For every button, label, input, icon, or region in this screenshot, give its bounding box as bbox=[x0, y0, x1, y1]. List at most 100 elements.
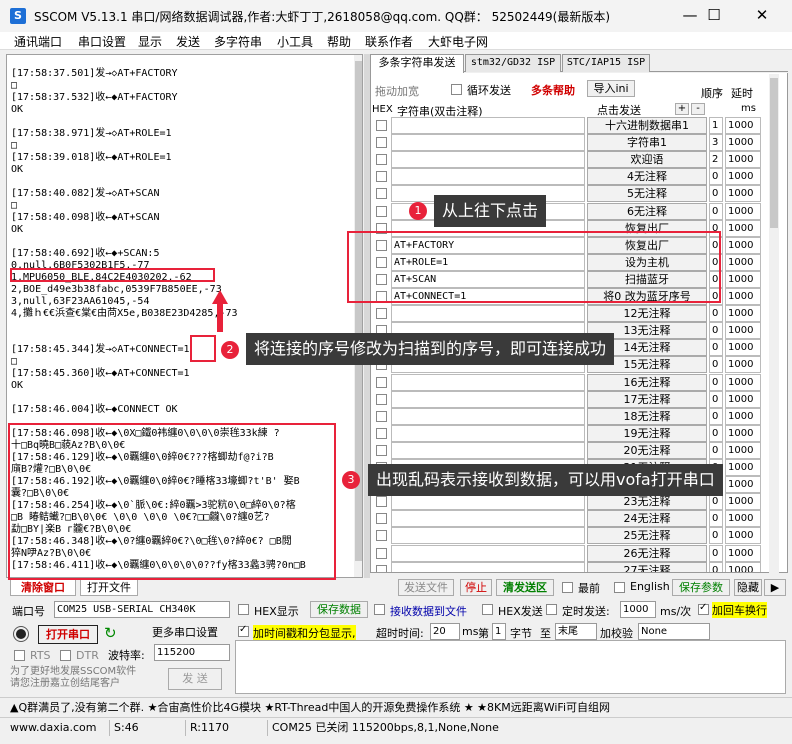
row-string-input[interactable] bbox=[391, 561, 585, 572]
maximize-button[interactable]: ☐ bbox=[692, 0, 736, 32]
menu-display[interactable]: 显示 bbox=[138, 33, 162, 50]
row-send-button[interactable]: 字符串1 bbox=[587, 134, 707, 152]
nth-byte-input[interactable]: 1 bbox=[492, 623, 506, 640]
row-order-input[interactable]: 0 bbox=[709, 202, 723, 220]
row-string-input[interactable] bbox=[391, 407, 585, 425]
row-delay-input[interactable]: 1000 bbox=[725, 151, 761, 169]
row-delay-input[interactable]: 1000 bbox=[725, 493, 761, 511]
close-button[interactable]: ✕ bbox=[740, 0, 784, 32]
menu-serial-settings[interactable]: 串口设置 bbox=[78, 33, 126, 50]
row-hex-checkbox[interactable] bbox=[376, 205, 387, 217]
row-delay-input[interactable]: 1000 bbox=[725, 424, 761, 442]
row-order-input[interactable]: 0 bbox=[709, 168, 723, 186]
row-delay-input[interactable]: 1000 bbox=[725, 134, 761, 152]
row-send-button[interactable]: 12无注释 bbox=[587, 305, 707, 323]
row-delay-input[interactable]: 1000 bbox=[725, 373, 761, 391]
row-delay-input[interactable]: 1000 bbox=[725, 527, 761, 545]
row-delay-input[interactable]: 1000 bbox=[725, 202, 761, 220]
receive-scrollbar[interactable] bbox=[354, 55, 362, 577]
row-hex-checkbox[interactable] bbox=[376, 171, 387, 183]
row-order-input[interactable]: 2 bbox=[709, 151, 723, 169]
save-params-button[interactable]: 保存参数 bbox=[672, 579, 730, 596]
row-string-input[interactable] bbox=[391, 373, 585, 391]
save-data-button[interactable]: 保存数据 bbox=[310, 601, 368, 618]
loop-send-checkbox[interactable] bbox=[451, 84, 462, 95]
row-hex-checkbox[interactable] bbox=[376, 137, 387, 149]
row-order-input[interactable]: 0 bbox=[709, 424, 723, 442]
row-send-button[interactable]: 17无注释 bbox=[587, 390, 707, 408]
hex-send-checkbox[interactable] bbox=[482, 604, 493, 615]
status-site[interactable]: www.daxia.com bbox=[6, 720, 110, 736]
checksum-select[interactable]: None bbox=[638, 623, 710, 640]
row-string-input[interactable] bbox=[391, 151, 585, 169]
row-hex-checkbox[interactable] bbox=[376, 427, 387, 439]
clear-window-button[interactable]: 清除窗口 bbox=[10, 579, 76, 596]
row-order-input[interactable]: 0 bbox=[709, 339, 723, 357]
row-hex-checkbox[interactable] bbox=[376, 513, 387, 525]
tab-multi-string[interactable]: 多条字符串发送 bbox=[370, 54, 464, 73]
timed-interval-input[interactable]: 1000 bbox=[620, 601, 656, 618]
more-settings-link[interactable]: 更多串口设置 bbox=[152, 624, 218, 640]
stop-button[interactable]: 停止 bbox=[460, 579, 492, 596]
row-delay-input[interactable]: 1000 bbox=[725, 356, 761, 374]
row-send-button[interactable]: 20无注释 bbox=[587, 441, 707, 459]
menu-daxia[interactable]: 大虾电子网 bbox=[428, 33, 488, 50]
row-hex-checkbox[interactable] bbox=[376, 530, 387, 542]
add-row-button[interactable]: + bbox=[675, 103, 689, 115]
row-delay-input[interactable]: 1000 bbox=[725, 561, 761, 572]
ad-text[interactable]: ▲Q群满员了,没有第二个群. ★合宙高性价比4G模块 ★RT-Thread中国人… bbox=[10, 699, 610, 715]
row-delay-input[interactable]: 1000 bbox=[725, 407, 761, 425]
to-select[interactable]: 末尾 bbox=[555, 623, 597, 640]
port-select[interactable]: COM25 USB-SERIAL CH340K bbox=[54, 601, 230, 618]
clear-send-area-button[interactable]: 清发送区 bbox=[496, 579, 554, 596]
row-order-input[interactable]: 0 bbox=[709, 322, 723, 340]
dtr-checkbox[interactable] bbox=[60, 650, 71, 661]
row-hex-checkbox[interactable] bbox=[376, 154, 387, 166]
row-order-input[interactable]: 0 bbox=[709, 561, 723, 572]
row-delay-input[interactable]: 1000 bbox=[725, 185, 761, 203]
row-order-input[interactable]: 0 bbox=[709, 441, 723, 459]
menu-port[interactable]: 通讯端口 bbox=[14, 33, 62, 50]
tab-stc-isp[interactable]: STC/IAP15 ISP bbox=[562, 54, 650, 72]
row-hex-checkbox[interactable] bbox=[376, 376, 387, 388]
english-checkbox[interactable] bbox=[614, 582, 625, 593]
row-delay-input[interactable]: 1000 bbox=[725, 253, 761, 271]
menu-contact[interactable]: 联系作者 bbox=[365, 33, 413, 50]
row-string-input[interactable] bbox=[391, 441, 585, 459]
row-delay-input[interactable]: 1000 bbox=[725, 476, 761, 494]
row-hex-checkbox[interactable] bbox=[376, 393, 387, 405]
row-string-input[interactable] bbox=[391, 305, 585, 323]
row-send-button[interactable]: 6无注释 bbox=[587, 202, 707, 220]
row-string-input[interactable] bbox=[391, 168, 585, 186]
row-string-input[interactable] bbox=[391, 134, 585, 152]
top-most-checkbox[interactable] bbox=[562, 582, 573, 593]
row-string-input[interactable] bbox=[391, 390, 585, 408]
menu-multi-string[interactable]: 多字符串 bbox=[214, 33, 262, 50]
row-hex-checkbox[interactable] bbox=[376, 188, 387, 200]
row-delay-input[interactable]: 1000 bbox=[725, 168, 761, 186]
row-hex-checkbox[interactable] bbox=[376, 496, 387, 508]
row-send-button[interactable]: 4无注释 bbox=[587, 168, 707, 186]
row-order-input[interactable]: 0 bbox=[709, 407, 723, 425]
row-send-button[interactable]: 19无注释 bbox=[587, 424, 707, 442]
row-delay-input[interactable]: 1000 bbox=[725, 236, 761, 254]
import-ini-button[interactable]: 导入ini bbox=[587, 80, 635, 97]
row-delay-input[interactable]: 1000 bbox=[725, 117, 761, 134]
row-delay-input[interactable]: 1000 bbox=[725, 459, 761, 476]
timed-send-checkbox[interactable] bbox=[546, 604, 557, 615]
open-port-button[interactable]: 打开串口 bbox=[38, 625, 98, 644]
row-hex-checkbox[interactable] bbox=[376, 308, 387, 320]
multi-string-scrollbar[interactable] bbox=[769, 74, 779, 574]
row-order-input[interactable]: 0 bbox=[709, 185, 723, 203]
row-order-input[interactable]: 0 bbox=[709, 305, 723, 323]
send-text-area[interactable] bbox=[235, 640, 786, 694]
tab-stm32-isp[interactable]: stm32/GD32 ISP bbox=[465, 54, 561, 72]
remove-row-button[interactable]: - bbox=[691, 103, 705, 115]
row-send-button[interactable]: 27无注释 bbox=[587, 561, 707, 572]
row-order-input[interactable]: 0 bbox=[709, 356, 723, 374]
row-delay-input[interactable]: 1000 bbox=[725, 305, 761, 323]
menu-send[interactable]: 发送 bbox=[176, 33, 200, 50]
row-string-input[interactable] bbox=[391, 510, 585, 528]
row-delay-input[interactable]: 1000 bbox=[725, 544, 761, 562]
hex-display-checkbox[interactable] bbox=[238, 604, 249, 615]
